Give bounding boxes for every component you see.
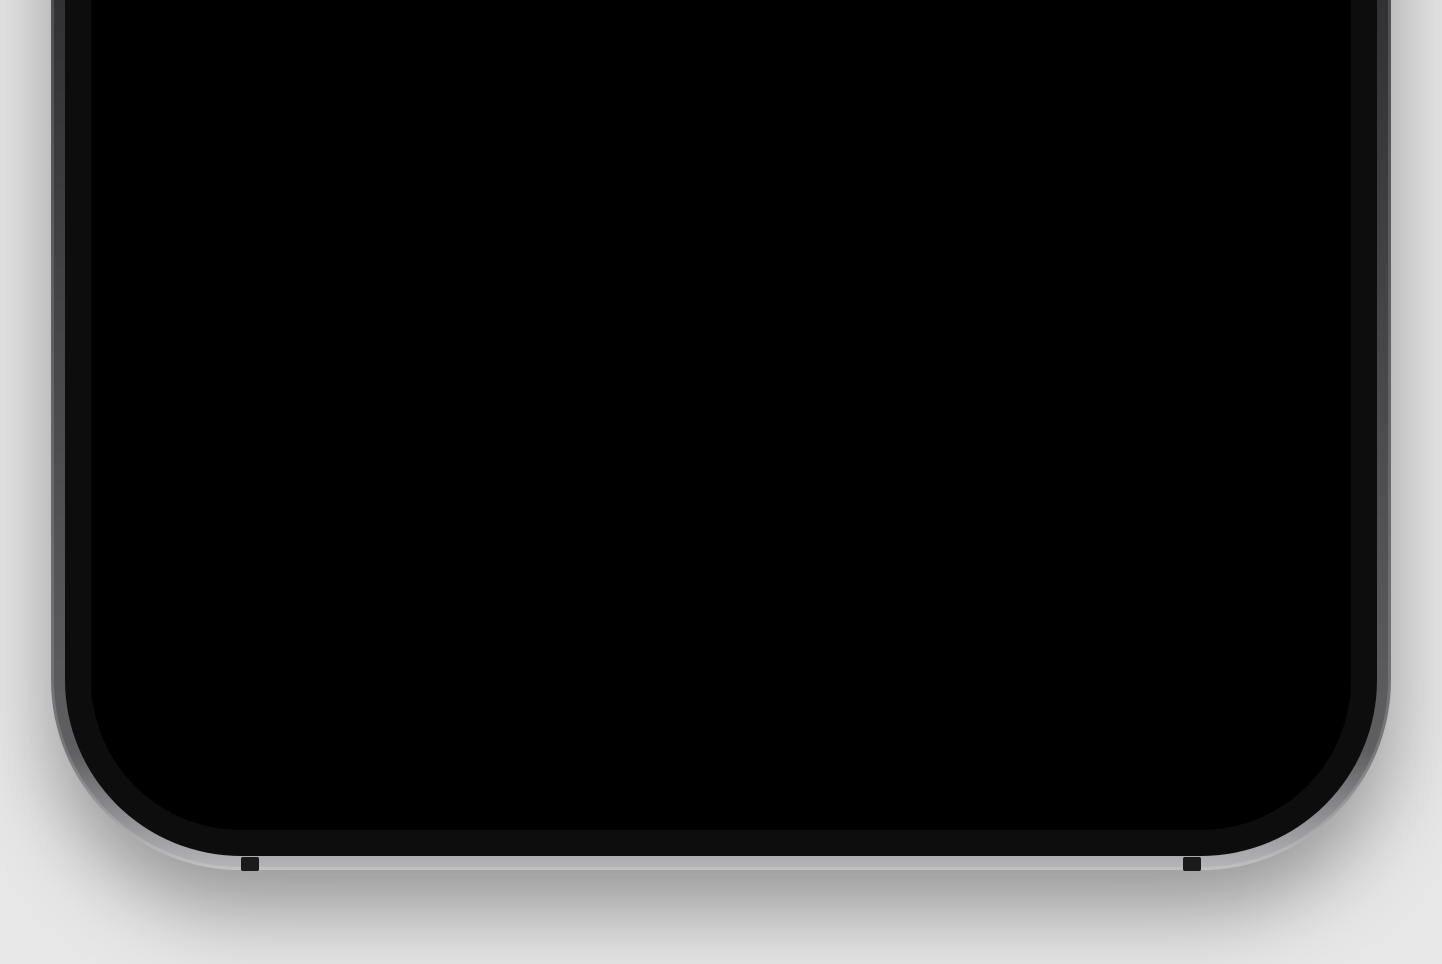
antenna-band-left	[241, 857, 259, 871]
more-dot	[1222, 288, 1237, 303]
up-next-heading: Up Next	[164, 735, 372, 800]
volume-row	[186, 93, 1256, 183]
more-dot	[1247, 288, 1262, 303]
aux-controls-row	[186, 255, 1256, 335]
volume-high-icon	[1208, 116, 1256, 161]
more-icon[interactable]	[1197, 288, 1262, 303]
section-divider	[106, 470, 1336, 471]
now-playing-panel: Shuffle Repeat	[106, 0, 1336, 815]
phone-chassis: Shuffle Repeat	[51, 0, 1391, 870]
antenna-band-right	[1183, 857, 1201, 871]
home-indicator[interactable]	[517, 781, 925, 795]
repeat-button[interactable]: Repeat	[752, 527, 1278, 649]
playback-mode-row: Shuffle Repeat	[164, 527, 1278, 649]
volume-thumb[interactable]	[646, 100, 722, 176]
phone-screen: Shuffle Repeat	[106, 0, 1336, 815]
volume-low-icon	[186, 118, 216, 159]
volume-slider[interactable]	[250, 134, 1174, 142]
more-dot	[1197, 288, 1212, 303]
airplay-icon[interactable]	[690, 260, 752, 331]
shuffle-button[interactable]: Shuffle	[164, 527, 690, 649]
shuffle-label: Shuffle	[385, 557, 565, 619]
shuffle-icon	[289, 566, 347, 610]
repeat-label: Repeat	[972, 557, 1149, 619]
repeat-icon	[880, 565, 934, 611]
volume-fill	[250, 134, 684, 142]
volume-track	[250, 134, 1174, 142]
